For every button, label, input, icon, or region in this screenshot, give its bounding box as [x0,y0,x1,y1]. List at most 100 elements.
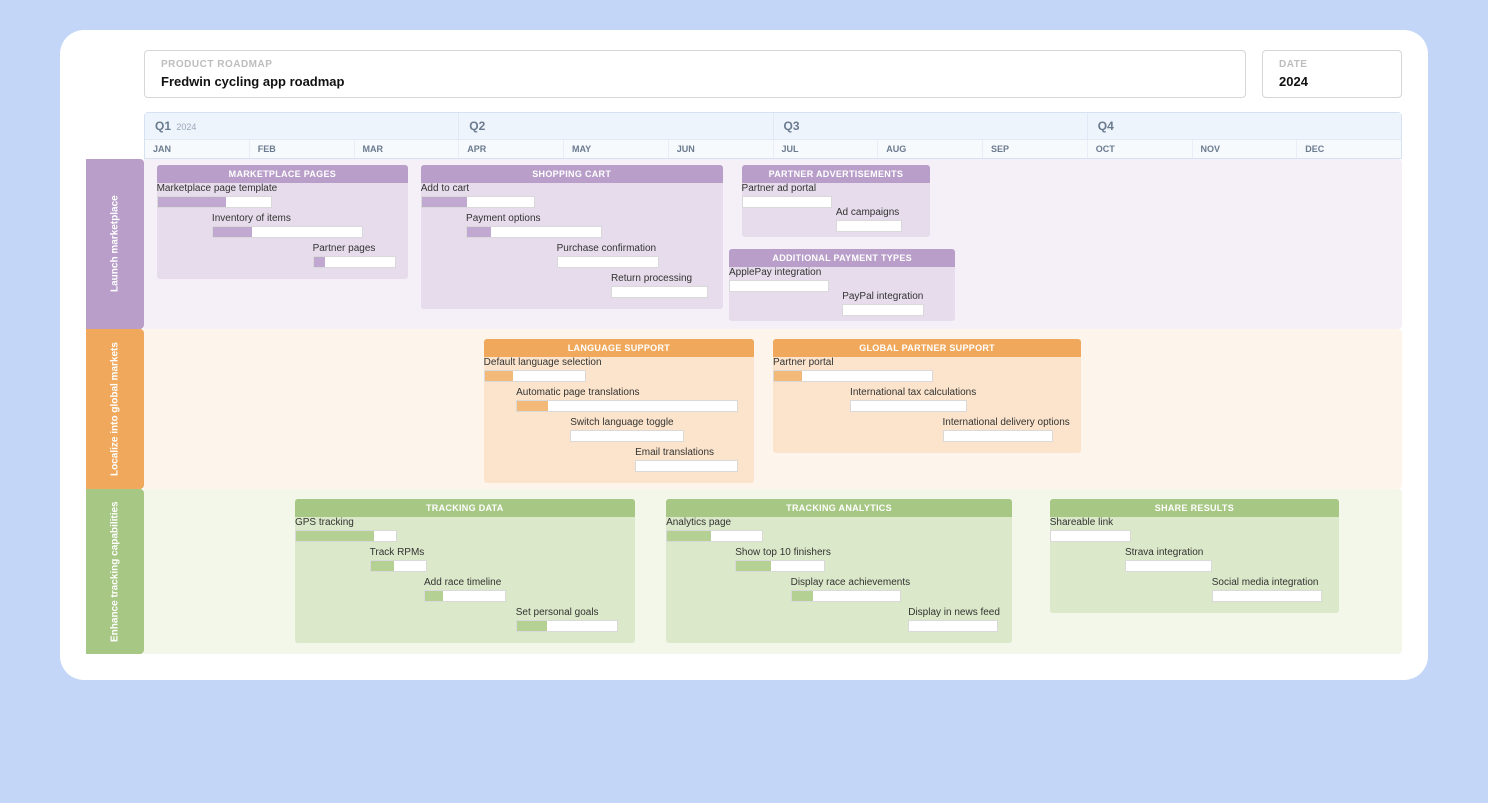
task[interactable]: Add race timeline [424,577,506,602]
task-progress-fill [371,561,394,571]
task-bar[interactable] [850,400,967,412]
task-bar[interactable] [1050,530,1131,542]
group-tracking-analytics[interactable]: TRACKING ANALYTICSAnalytics page Show top… [666,499,1012,643]
task[interactable]: Ad campaigns [836,207,902,232]
task-label: Marketplace page template [157,183,273,194]
month-cell: DEC [1297,140,1401,158]
task-bar[interactable] [295,530,397,542]
task-bar[interactable] [842,304,924,316]
task[interactable]: Track RPMs [370,547,428,572]
task-label: Inventory of items [212,213,363,224]
task[interactable]: Payment options [466,213,602,238]
task-bar[interactable] [735,560,825,572]
task-label: Track RPMs [370,547,428,558]
group-global-partner[interactable]: GLOBAL PARTNER SUPPORTPartner portal Inte… [773,339,1081,453]
task-label: Payment options [466,213,602,224]
task[interactable]: Automatic page translations [516,387,738,412]
task-bar[interactable] [908,620,998,632]
task-bar[interactable] [157,196,273,208]
task-bar[interactable] [666,530,763,542]
task-bar[interactable] [570,430,684,442]
group-tracking-data[interactable]: TRACKING DATAGPS tracking Track RPMs Add r… [295,499,635,643]
date-box: DATE 2024 [1262,50,1402,98]
task-bar[interactable] [484,370,587,382]
task[interactable]: Switch language toggle [570,417,684,442]
task-bar[interactable] [742,196,833,208]
task-bar[interactable] [466,226,602,238]
month-cell: MAR [355,140,460,158]
group-header: PARTNER ADVERTISEMENTS [742,165,931,183]
task[interactable]: ApplePay integration [729,267,829,292]
task-bar[interactable] [943,430,1054,442]
task-label: Add to cart [421,183,536,194]
task[interactable]: PayPal integration [842,291,924,316]
task-progress-fill [792,591,814,601]
task[interactable]: Partner ad portal [742,183,833,208]
task-bar[interactable] [791,590,902,602]
task[interactable]: Inventory of items [212,213,363,238]
task[interactable]: Marketplace page template [157,183,273,208]
task[interactable]: Shareable link [1050,517,1131,542]
task[interactable]: Return processing [611,273,708,298]
task-bar[interactable] [313,256,396,268]
task-bar[interactable] [421,196,536,208]
task-label: Add race timeline [424,577,506,588]
group-header: SHARE RESULTS [1050,499,1339,517]
group-body: Partner portal International tax calculat… [773,357,1081,453]
task[interactable]: Partner portal [773,357,933,382]
task-label: Display in news feed [908,607,998,618]
task-bar[interactable] [1125,560,1212,572]
task-bar[interactable] [836,220,902,232]
task-bar[interactable] [516,400,738,412]
lane-label: Launch marketplace [86,159,144,329]
group-header: GLOBAL PARTNER SUPPORT [773,339,1081,357]
task-bar[interactable] [729,280,829,292]
task[interactable]: Email translations [635,447,738,472]
task-bar[interactable] [773,370,933,382]
task-label: Analytics page [666,517,763,528]
group-header: TRACKING ANALYTICS [666,499,1012,517]
task[interactable]: Social media integration [1212,577,1322,602]
task[interactable]: International tax calculations [850,387,967,412]
group-partner-ads[interactable]: PARTNER ADVERTISEMENTSPartner ad portalA… [742,165,931,237]
task-label: Email translations [635,447,738,458]
task-bar[interactable] [516,620,618,632]
group-shopping-cart[interactable]: SHOPPING CARTAdd to cartPayment optionsP… [421,165,723,309]
group-additional-payments[interactable]: ADDITIONAL PAYMENT TYPESApplePay integra… [729,249,955,321]
group-share-results[interactable]: SHARE RESULTSShareable link Strava integr… [1050,499,1339,613]
header-row: PRODUCT ROADMAP Fredwin cycling app road… [144,50,1402,98]
task[interactable]: Set personal goals [516,607,618,632]
lane-tracking: Enhance tracking capabilitiesTRACKING DA… [86,489,1402,654]
task-bar[interactable] [370,560,428,572]
task-label: ApplePay integration [729,267,829,278]
task[interactable]: Show top 10 finishers [735,547,825,572]
task-bar[interactable] [611,286,708,298]
task-bar[interactable] [635,460,738,472]
task-bar[interactable] [557,256,660,268]
task[interactable]: Add to cart [421,183,536,208]
task[interactable]: Default language selection [484,357,587,382]
lane-label: Localize into global markets [86,329,144,489]
task-progress-fill [485,371,513,381]
task[interactable]: Strava integration [1125,547,1212,572]
group-body: Default language selection Automatic page… [484,357,754,483]
task-label: Shareable link [1050,517,1131,528]
task[interactable]: Display race achievements [791,577,902,602]
group-marketplace-pages[interactable]: MARKETPLACE PAGESMarketplace page templa… [157,165,409,279]
task-progress-fill [517,621,547,631]
task[interactable]: GPS tracking [295,517,397,542]
task-bar[interactable] [424,590,506,602]
group-language-support[interactable]: LANGUAGE SUPPORTDefault language selecti… [484,339,754,483]
task[interactable]: International delivery options [943,417,1054,442]
task-bar[interactable] [1212,590,1322,602]
task[interactable]: Partner pages [313,243,396,268]
group-header: ADDITIONAL PAYMENT TYPES [729,249,955,267]
task-label: Purchase confirmation [557,243,660,254]
group-body: Analytics page Show top 10 finishers Displ… [666,517,1012,643]
task-bar[interactable] [212,226,363,238]
task-label: Automatic page translations [516,387,738,398]
group-header: TRACKING DATA [295,499,635,517]
task[interactable]: Analytics page [666,517,763,542]
task[interactable]: Purchase confirmation [557,243,660,268]
task[interactable]: Display in news feed [908,607,998,632]
